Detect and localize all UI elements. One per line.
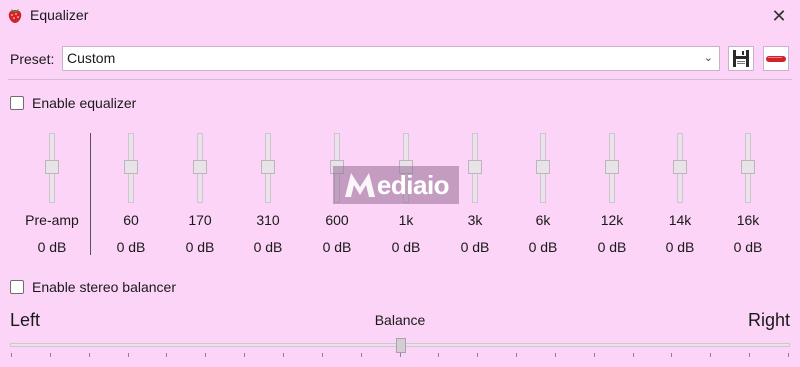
slider-thumb[interactable] (124, 160, 138, 174)
slider-thumb[interactable] (605, 160, 619, 174)
balance-tick (11, 353, 12, 357)
preset-dropdown[interactable]: Custom ⌄ (62, 46, 720, 71)
preset-label: Preset: (10, 51, 55, 67)
band-value: 0 dB (528, 239, 558, 255)
balance-tick (477, 353, 478, 357)
balance-tick (400, 353, 401, 357)
close-icon: ✕ (771, 6, 787, 26)
balance-tick (516, 353, 517, 357)
window-title: Equalizer (30, 7, 89, 23)
balance-slider-thumb[interactable] (396, 338, 406, 353)
band-value: 0 dB (116, 239, 146, 255)
band-value: 0 dB (733, 239, 763, 255)
band-label: 310 (256, 212, 280, 228)
watermark: ediaio (333, 166, 459, 204)
band-label: 6k (535, 212, 551, 228)
band-label: Pre-amp (25, 212, 79, 228)
slider-thumb[interactable] (741, 160, 755, 174)
band-label: 16k (736, 212, 760, 228)
enable-stereo-balancer-checkbox[interactable]: Enable stereo balancer (10, 279, 176, 295)
balance-tick (438, 353, 439, 357)
enable-equalizer-checkbox[interactable]: Enable equalizer (10, 95, 136, 111)
checkbox-box[interactable] (10, 280, 24, 294)
band-label: 1k (398, 212, 414, 228)
band-value: 0 dB (322, 239, 352, 255)
balance-tick (166, 353, 167, 357)
balance-tick (749, 353, 750, 357)
balance-tick (710, 353, 711, 357)
balance-tick (205, 353, 206, 357)
balance-tick (555, 353, 556, 357)
slider-thumb[interactable] (45, 160, 59, 174)
slider-thumb[interactable] (193, 160, 207, 174)
title-bar: Equalizer ✕ (0, 0, 800, 32)
balance-tick (671, 353, 672, 357)
checkbox-box[interactable] (10, 96, 24, 110)
save-preset-button[interactable] (728, 46, 754, 71)
band-value: 0 dB (391, 239, 421, 255)
balance-label: Balance (374, 312, 426, 328)
watermark-text: ediaio (376, 169, 450, 200)
strawberry-icon (8, 9, 22, 23)
balance-right-label: Right (747, 310, 790, 330)
balance-tick (361, 353, 362, 357)
balance-tick (594, 353, 595, 357)
balance-tick (50, 353, 51, 357)
balance-tick (322, 353, 323, 357)
watermark-logo-icon (344, 173, 375, 197)
slider-thumb[interactable] (468, 160, 482, 174)
preset-selected-value: Custom (67, 50, 116, 66)
preset-separator (8, 79, 792, 80)
balance-tick (633, 353, 634, 357)
close-button[interactable]: ✕ (766, 4, 792, 28)
slider-thumb[interactable] (673, 160, 687, 174)
balance-tick (244, 353, 245, 357)
balance-tick (283, 353, 284, 357)
floppy-disk-icon (733, 50, 749, 67)
slider-thumb[interactable] (536, 160, 550, 174)
delete-bar-icon (766, 56, 786, 62)
balance-tick (788, 353, 789, 357)
enable-stereo-balancer-label: Enable stereo balancer (32, 279, 176, 295)
delete-preset-button[interactable] (763, 46, 789, 71)
balance-left-label: Left (10, 310, 41, 330)
enable-equalizer-label: Enable equalizer (32, 95, 137, 111)
band-value: 0 dB (37, 239, 67, 255)
band-label: 60 (123, 212, 139, 228)
slider-thumb[interactable] (261, 160, 275, 174)
band-value: 0 dB (253, 239, 283, 255)
balance-tick (89, 353, 90, 357)
chevron-down-icon: ⌄ (703, 52, 713, 64)
preamp-divider (90, 133, 91, 255)
balance-tick (128, 353, 129, 357)
band-label: 600 (325, 212, 349, 228)
